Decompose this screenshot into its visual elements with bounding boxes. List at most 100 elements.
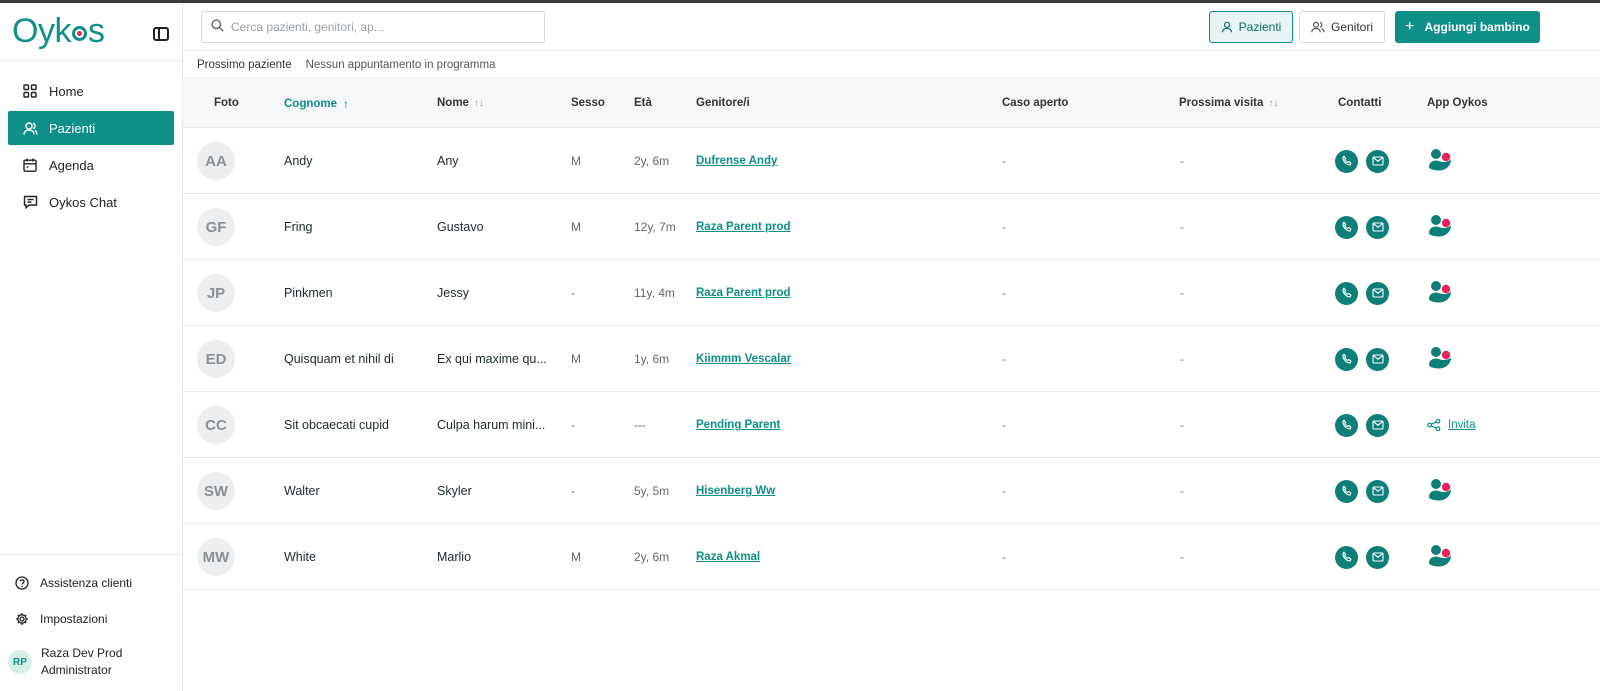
search-input[interactable] bbox=[231, 20, 531, 34]
avatar: GF bbox=[197, 208, 235, 246]
add-child-button-label: Aggiungi bambino bbox=[1424, 20, 1530, 34]
parent-link[interactable]: Raza Akmal bbox=[696, 551, 760, 563]
sesso-cell: M bbox=[571, 550, 581, 564]
parent-link[interactable]: Raza Parent prod bbox=[696, 287, 791, 299]
pazienti-toggle-button[interactable]: Pazienti bbox=[1209, 11, 1293, 43]
invite-link[interactable]: Invita bbox=[1427, 419, 1476, 431]
mail-icon[interactable] bbox=[1366, 479, 1389, 503]
genitore-cell: Raza Akmal bbox=[696, 524, 760, 590]
parent-link[interactable]: Hisenberg Ww bbox=[696, 485, 775, 497]
parent-link[interactable]: Dufrense Andy bbox=[696, 155, 777, 167]
next-patient-label: Prossimo paziente bbox=[197, 59, 292, 71]
sidebar-item-home[interactable]: Home bbox=[8, 74, 174, 108]
sesso-cell: M bbox=[571, 352, 581, 366]
sidebar-item-assistenza[interactable]: Assistenza clienti bbox=[0, 565, 183, 601]
sesso-cell: M bbox=[571, 220, 581, 234]
genitore-cell: Raza Parent prod bbox=[696, 194, 791, 260]
table-row[interactable]: JP Pinkmen Jessy - 11y, 4m Raza Parent prod - - bbox=[183, 260, 1600, 326]
parent-link[interactable]: Pending Parent bbox=[696, 419, 780, 431]
table-row[interactable]: SW Walter Skyler - 5y, 5m Hisenberg Ww - - bbox=[183, 458, 1600, 524]
nome-cell: Culpa harum mini... bbox=[437, 418, 546, 432]
phone-icon[interactable] bbox=[1335, 215, 1358, 239]
prossima-visita-cell: - bbox=[1180, 418, 1184, 432]
genitore-cell: Kiimmm Vescalar bbox=[696, 326, 791, 392]
mail-icon[interactable] bbox=[1366, 149, 1389, 173]
app-cell bbox=[1427, 524, 1455, 590]
column-header-sesso: Sesso bbox=[571, 97, 605, 109]
app-cell bbox=[1427, 458, 1455, 524]
app-cell bbox=[1427, 194, 1455, 260]
sesso-cell: - bbox=[571, 418, 575, 432]
user-icon bbox=[22, 120, 38, 136]
table-row[interactable]: ED Quisquam et nihil di Ex qui maxime qu..… bbox=[183, 326, 1600, 392]
prossima-visita-cell: - bbox=[1180, 154, 1184, 168]
sidebar-item-agenda[interactable]: Agenda bbox=[8, 148, 174, 182]
search-icon bbox=[211, 19, 224, 35]
table-row[interactable]: MW White Marlio M 2y, 6m Raza Akmal - - bbox=[183, 524, 1600, 590]
contacts-cell bbox=[1335, 326, 1397, 392]
genitore-cell: Dufrense Andy bbox=[696, 128, 777, 194]
column-label: Foto bbox=[214, 97, 239, 109]
sidebar-item-oykos-chat[interactable]: Oykos Chat bbox=[8, 185, 174, 219]
sidebar-item-label: Impostazioni bbox=[40, 612, 108, 626]
plus-icon: + bbox=[1405, 18, 1415, 35]
genitori-button-label: Genitori bbox=[1330, 20, 1374, 34]
phone-icon[interactable] bbox=[1335, 347, 1358, 371]
column-header-foto: Foto bbox=[214, 97, 239, 109]
sidebar-item-impostazioni[interactable]: Impostazioni bbox=[0, 601, 183, 637]
app-cell bbox=[1427, 128, 1455, 194]
mail-icon[interactable] bbox=[1366, 545, 1389, 569]
mail-icon[interactable] bbox=[1366, 281, 1389, 305]
sort-icon: ↑↓ bbox=[1268, 97, 1279, 109]
cognome-cell: Sit obcaecati cupid bbox=[284, 418, 389, 432]
oykos-logo[interactable]: Oyk s bbox=[12, 12, 105, 51]
mail-icon[interactable] bbox=[1366, 413, 1389, 437]
user-icon bbox=[1221, 21, 1233, 33]
eta-cell: 11y, 4m bbox=[634, 286, 675, 300]
column-header-cognome[interactable]: Cognome ↑ bbox=[284, 97, 349, 111]
user-text: Raza Dev Prod Administrator bbox=[41, 645, 122, 679]
prossima-visita-cell: - bbox=[1180, 220, 1184, 234]
table-row[interactable]: CC Sit obcaecati cupid Culpa harum mini...… bbox=[183, 392, 1600, 458]
phone-icon[interactable] bbox=[1335, 281, 1358, 305]
parent-link[interactable]: Raza Parent prod bbox=[696, 221, 791, 233]
top-header: Pazienti Genitori + Aggiungi bambino bbox=[183, 3, 1600, 51]
mail-icon[interactable] bbox=[1366, 347, 1389, 371]
oykos-app-icon bbox=[1427, 279, 1455, 307]
nome-cell: Gustavo bbox=[437, 220, 484, 234]
column-label: Genitore/i bbox=[696, 97, 750, 109]
contacts-cell bbox=[1335, 524, 1397, 590]
column-label: Età bbox=[634, 97, 652, 109]
eta-cell: --- bbox=[634, 418, 646, 432]
phone-icon[interactable] bbox=[1335, 479, 1358, 503]
mail-icon[interactable] bbox=[1366, 215, 1389, 239]
genitori-toggle-button[interactable]: Genitori bbox=[1299, 11, 1385, 43]
prossima-visita-cell: - bbox=[1180, 352, 1184, 366]
column-header-caso-aperto: Caso aperto bbox=[1002, 97, 1068, 109]
sidebar-item-label: Assistenza clienti bbox=[40, 576, 133, 590]
share-icon bbox=[1427, 419, 1448, 431]
search-box[interactable] bbox=[201, 11, 545, 43]
user-profile[interactable]: RP Raza Dev Prod Administrator bbox=[0, 645, 183, 679]
sidebar-toggle-icon[interactable] bbox=[153, 27, 169, 41]
column-label: Contatti bbox=[1338, 97, 1382, 109]
logo-text-start: Oyk bbox=[12, 12, 71, 50]
gear-icon bbox=[14, 611, 30, 627]
contacts-cell bbox=[1335, 128, 1397, 194]
sidebar-item-pazienti[interactable]: Pazienti bbox=[8, 111, 174, 145]
add-child-button[interactable]: + Aggiungi bambino bbox=[1395, 11, 1540, 43]
phone-icon[interactable] bbox=[1335, 413, 1358, 437]
patients-table: Foto Cognome ↑ Nome ↑↓ Sesso Età Genitore/… bbox=[183, 80, 1600, 590]
user-name: Raza Dev Prod bbox=[41, 646, 123, 660]
table-row[interactable]: AA Andy Any M 2y, 6m Dufrense Andy - - bbox=[183, 128, 1600, 194]
phone-icon[interactable] bbox=[1335, 149, 1358, 173]
table-row[interactable]: GF Fring Gustavo M 12y, 7m Raza Parent prod - - bbox=[183, 194, 1600, 260]
parent-link[interactable]: Kiimmm Vescalar bbox=[696, 353, 791, 365]
avatar: CC bbox=[197, 406, 235, 444]
column-header-nome[interactable]: Nome ↑↓ bbox=[437, 97, 484, 109]
contacts-cell bbox=[1335, 392, 1397, 458]
column-label: Nome bbox=[437, 97, 469, 109]
photo-cell: SW bbox=[197, 458, 235, 524]
phone-icon[interactable] bbox=[1335, 545, 1358, 569]
column-header-prossima-visita[interactable]: Prossima visita ↑↓ bbox=[1179, 97, 1278, 109]
